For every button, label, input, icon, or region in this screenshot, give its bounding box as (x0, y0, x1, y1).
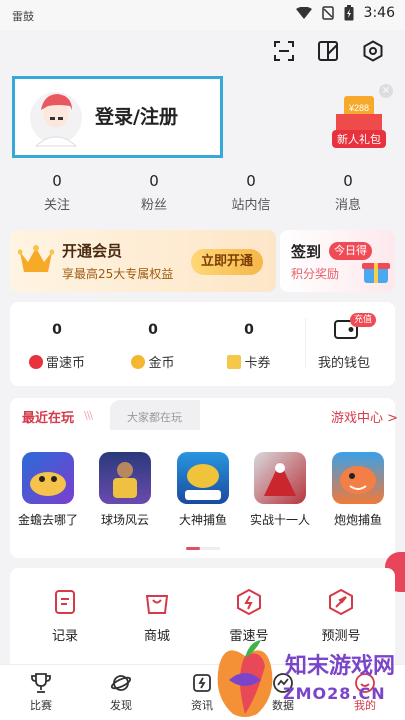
signin-title: 签到 (291, 243, 322, 261)
watermark-url: ZMO28.CN (283, 684, 386, 703)
newbie-gift[interactable]: ¥288 新人礼包 (330, 92, 388, 150)
gold-coin-icon (131, 354, 146, 369)
wallet-divider (305, 318, 306, 368)
tab-decoration: \\\ (84, 409, 93, 422)
prediction-icon (327, 588, 355, 616)
game-item[interactable]: 金蟾去哪了 (17, 452, 79, 528)
tab-recent-played[interactable]: 最近在玩 (22, 407, 74, 426)
vip-open-button[interactable]: 立即开通 (191, 249, 263, 275)
stat-messages[interactable]: 0 消息 (308, 172, 388, 213)
game-thumb-stadium (99, 452, 151, 504)
stat-inbox[interactable]: 0 站内信 (211, 172, 291, 213)
vip-title: 开通会员 (62, 242, 123, 260)
gift-box-icon (362, 258, 390, 288)
clock: 3:46 (363, 5, 395, 21)
settings-icon[interactable] (360, 38, 386, 64)
game-thumb-fishing (177, 452, 229, 504)
wallet-leisu-coin[interactable]: 0 雷速币 (17, 322, 97, 371)
watermark-title: 知末游戏网 (285, 654, 396, 679)
login-register-label[interactable]: 登录/注册 (95, 102, 178, 129)
no-sim-icon (321, 6, 334, 20)
signin-subtitle: 积分奖励 (291, 267, 340, 281)
nav-discover[interactable]: 发现 (96, 672, 146, 713)
tool-records[interactable]: 记录 (30, 588, 100, 644)
vip-subtitle: 享最高25大专属权益 (62, 267, 174, 281)
crown-icon (17, 244, 55, 276)
game-item[interactable]: 炮炮捕鱼 (327, 452, 389, 528)
coupon-icon (227, 354, 242, 369)
game-item[interactable]: 实战十一人 (249, 452, 311, 528)
leisu-coin-icon (28, 354, 43, 369)
game-thumb-cannon-fish (332, 452, 384, 504)
recharge-badge[interactable]: 充值 (350, 313, 377, 327)
avatar[interactable] (28, 84, 84, 150)
game-item[interactable]: 大神捕鱼 (172, 452, 234, 528)
nav-matches[interactable]: 比赛 (16, 672, 66, 713)
game-thumb-golden-toad (22, 452, 74, 504)
stat-follow[interactable]: 0 关注 (17, 172, 97, 213)
status-bar: 雷鼓 3:46 (0, 0, 405, 30)
theme-icon[interactable] (315, 38, 341, 64)
wallet-gold-coin[interactable]: 0 金币 (113, 322, 193, 371)
tool-shop[interactable]: 商城 (122, 588, 192, 644)
game-center-link[interactable]: 游戏中心 > (331, 407, 398, 426)
shop-icon (143, 588, 171, 616)
gift-amount: ¥288 (348, 103, 369, 113)
my-wallet-label[interactable]: 我的钱包 (318, 352, 370, 371)
tab-everyone-playing[interactable]: 大家都在玩 (127, 409, 182, 425)
trophy-icon (30, 672, 52, 694)
records-icon (51, 588, 79, 616)
game-item[interactable]: 球场风云 (94, 452, 156, 528)
stat-fans[interactable]: 0 粉丝 (114, 172, 194, 213)
game-thumb-eleven (254, 452, 306, 504)
carrier-label: 雷鼓 (12, 10, 34, 23)
gift-close-icon[interactable]: × (379, 84, 393, 98)
wallet-coupon[interactable]: 0 卡券 (209, 322, 289, 371)
scroll-indicator-thumb (186, 547, 200, 550)
scan-icon[interactable] (271, 38, 297, 64)
battery-icon (344, 5, 354, 21)
leisu-account-icon (235, 588, 263, 616)
gift-label: 新人礼包 (337, 132, 381, 146)
planet-icon (110, 672, 132, 694)
wifi-icon (295, 6, 312, 19)
